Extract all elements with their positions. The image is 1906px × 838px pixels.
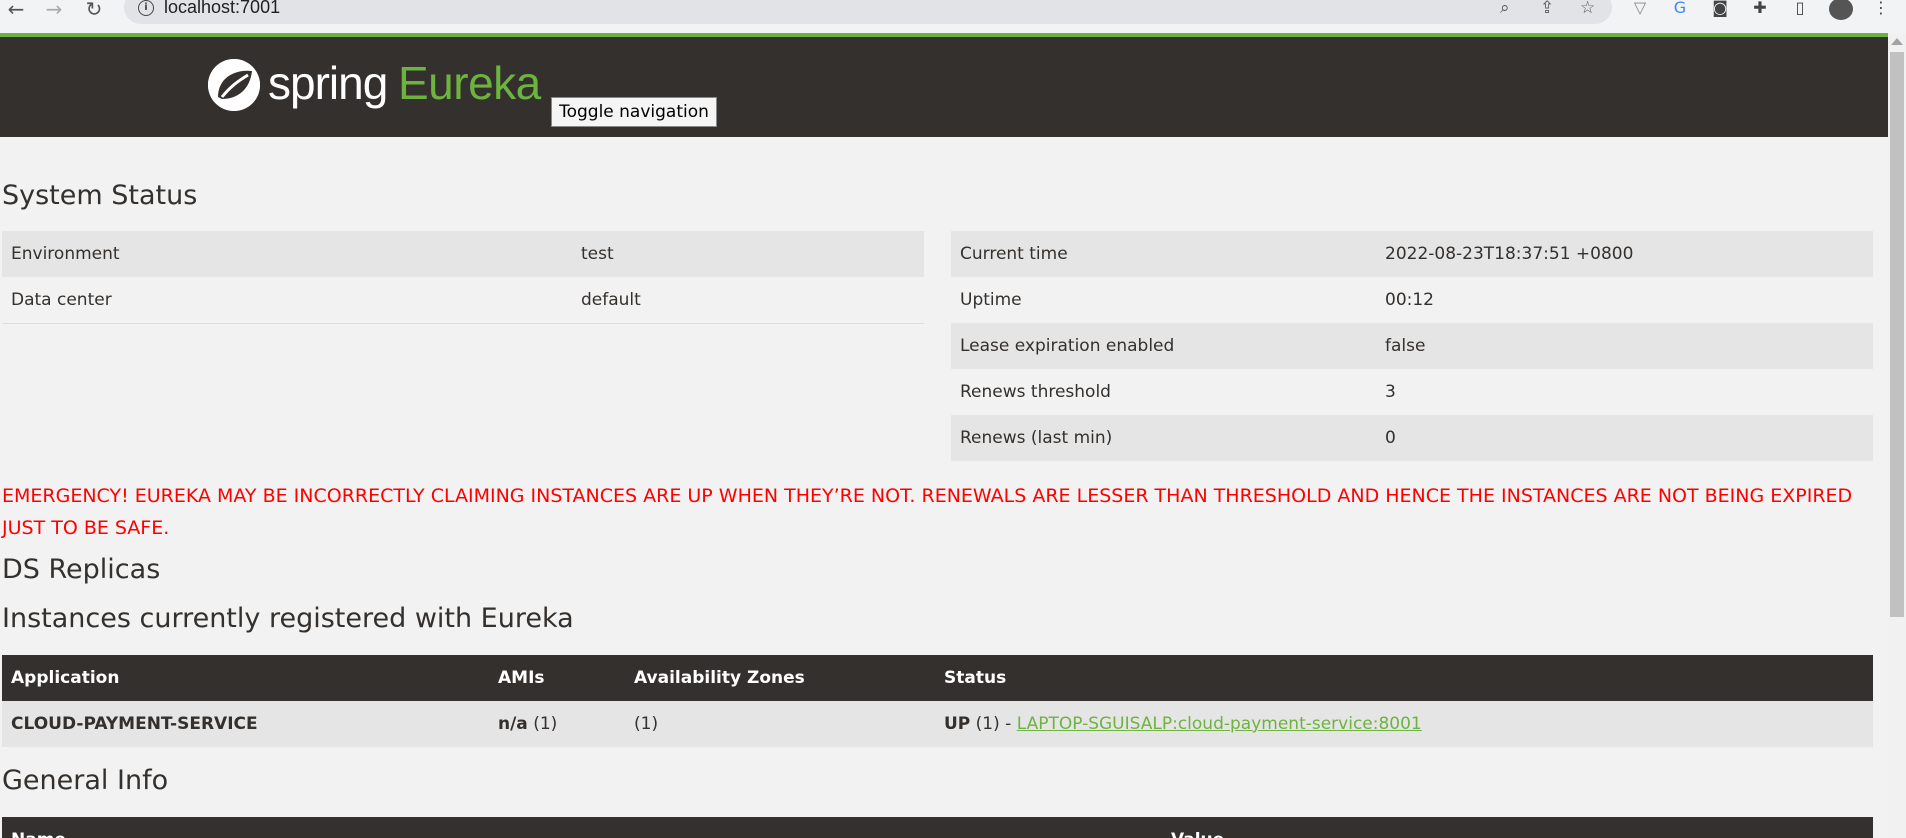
emergency-warning: EMERGENCY! EUREKA MAY BE INCORRECTLY CLA…: [2, 485, 1853, 539]
status-value: 3: [1376, 369, 1873, 415]
zoom-icon[interactable]: ⌕: [1500, 0, 1510, 18]
address-bar[interactable]: [124, 0, 1612, 24]
status-label: Current time: [951, 231, 1376, 277]
status-value: 0: [1376, 415, 1873, 461]
column-header: Availability Zones: [625, 655, 935, 701]
column-header: Name: [2, 817, 1162, 838]
ds-replicas-title: DS Replicas: [2, 554, 161, 585]
logo-spring-text: spring: [268, 57, 388, 109]
browser-toolbar: ← → ↻ i localhost:7001 ⌕ ⇪ ☆ ▽ G ◙ ✚ ▯ ⋮: [0, 0, 1906, 33]
table-row: Current time 2022-08-23T18:37:51 +0800: [951, 231, 1873, 277]
general-info-table: Name Value: [2, 817, 1873, 838]
status-count: (1) -: [975, 714, 1012, 734]
system-status-right-table: Current time 2022-08-23T18:37:51 +0800 U…: [951, 231, 1873, 461]
status-cell: UP (1) - LAPTOP-SGUISALP:cloud-payment-s…: [935, 701, 1873, 747]
status-value: default: [572, 277, 924, 324]
table-row: Data center default: [2, 277, 924, 324]
system-status-left-table: Environment test Data center default: [2, 231, 924, 324]
menu-kebab-icon[interactable]: ⋮: [1870, 0, 1892, 18]
scroll-up-arrow-icon[interactable]: [1891, 38, 1903, 45]
site-info-icon[interactable]: i: [138, 0, 154, 16]
amis-count: (1): [533, 714, 558, 734]
profile-avatar-icon[interactable]: [1829, 0, 1853, 20]
table-row: Renews (last min) 0: [951, 415, 1873, 461]
amis-value: n/a: [498, 714, 528, 734]
table-row: Renews threshold 3: [951, 369, 1873, 415]
status-label: Data center: [2, 277, 572, 324]
column-header: Value: [1162, 817, 1873, 838]
status-value: 2022-08-23T18:37:51 +0800: [1376, 231, 1873, 277]
bookmark-star-icon[interactable]: ☆: [1580, 0, 1595, 18]
spring-leaf-icon: [208, 59, 260, 111]
column-header: Status: [935, 655, 1873, 701]
translate-extension-icon[interactable]: G: [1669, 0, 1691, 18]
status-value: false: [1376, 323, 1873, 369]
availability-zones: (1): [625, 701, 935, 747]
status-label: Lease expiration enabled: [951, 323, 1376, 369]
toggle-navigation-button[interactable]: Toggle navigation: [551, 97, 717, 127]
status-value: UP: [944, 714, 971, 734]
table-header-row: Application AMIs Availability Zones Stat…: [2, 655, 1873, 701]
application-name: CLOUD-PAYMENT-SERVICE: [2, 701, 489, 747]
table-row: Environment test: [2, 231, 924, 277]
status-label: Renews (last min): [951, 415, 1376, 461]
status-label: Environment: [2, 231, 572, 277]
forward-icon[interactable]: →: [42, 0, 66, 20]
table-row: CLOUD-PAYMENT-SERVICE n/a (1) (1) UP (1)…: [2, 701, 1873, 747]
extension-mask-icon[interactable]: ◙: [1709, 0, 1731, 18]
extension-v-icon[interactable]: ▽: [1629, 0, 1651, 18]
extensions-puzzle-icon[interactable]: ✚: [1749, 0, 1771, 18]
table-row: Uptime 00:12: [951, 277, 1873, 323]
reload-icon[interactable]: ↻: [82, 0, 106, 20]
column-header: Application: [2, 655, 489, 701]
status-value: 00:12: [1376, 277, 1873, 323]
instance-link[interactable]: LAPTOP-SGUISALP:cloud-payment-service:80…: [1017, 714, 1422, 734]
scrollbar-thumb[interactable]: [1890, 52, 1904, 617]
status-label: Uptime: [951, 277, 1376, 323]
back-icon[interactable]: ←: [4, 0, 28, 20]
logo-eureka-text: Eureka: [398, 57, 541, 109]
system-status-title: System Status: [2, 180, 198, 211]
table-header-row: Name Value: [2, 817, 1873, 838]
side-panel-icon[interactable]: ▯: [1789, 0, 1811, 18]
url-text[interactable]: localhost:7001: [164, 0, 280, 18]
column-header: AMIs: [489, 655, 625, 701]
amis-cell: n/a (1): [489, 701, 625, 747]
instances-title: Instances currently registered with Eure…: [2, 603, 574, 634]
share-icon[interactable]: ⇪: [1540, 0, 1554, 18]
status-value: test: [572, 231, 924, 277]
general-info-title: General Info: [2, 765, 169, 796]
status-label: Renews threshold: [951, 369, 1376, 415]
table-row: Lease expiration enabled false: [951, 323, 1873, 369]
instances-table: Application AMIs Availability Zones Stat…: [2, 655, 1873, 747]
